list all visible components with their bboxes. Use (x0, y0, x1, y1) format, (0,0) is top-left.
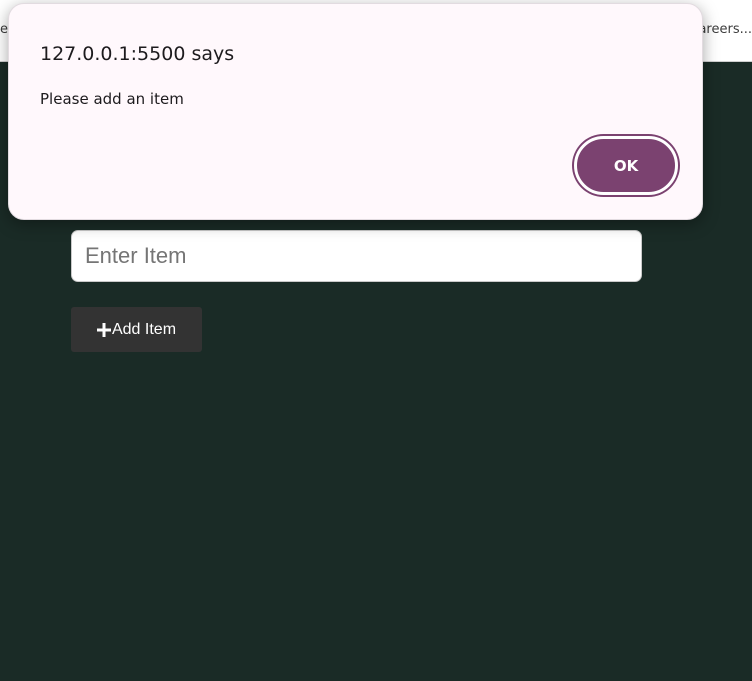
item-input[interactable] (71, 230, 642, 282)
alert-dialog: 127.0.0.1:5500 says Please add an item O… (8, 3, 703, 220)
add-item-label: Add Item (111, 320, 177, 338)
dialog-message: Please add an item (40, 90, 184, 108)
ok-button[interactable]: OK (574, 136, 678, 195)
dialog-title: 127.0.0.1:5500 says (40, 43, 235, 65)
bookmark-item-careers[interactable]: areers... (698, 22, 752, 37)
add-item-button[interactable]: Add Item (71, 307, 202, 352)
bookmark-item-fragment-left[interactable]: e (0, 22, 8, 37)
plus-icon (96, 322, 111, 337)
